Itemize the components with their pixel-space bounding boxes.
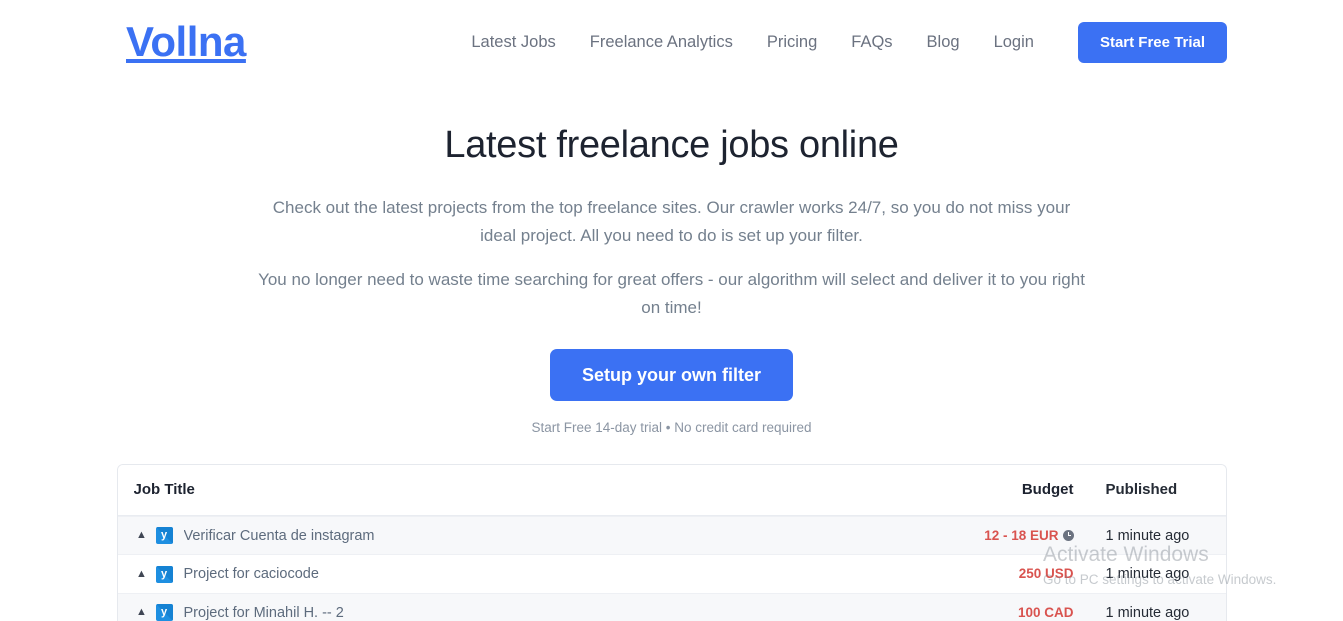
table-row[interactable]: ▲ y Verificar Cuenta de instagram 12 - 1… — [118, 516, 1226, 555]
job-budget-cell: 100 CAD — [932, 605, 1092, 621]
table-row[interactable]: ▲ y Project for Minahil H. -- 2 100 CAD … — [118, 593, 1226, 621]
nav-item-pricing[interactable]: Pricing — [750, 34, 834, 51]
nav-item-login[interactable]: Login — [977, 34, 1051, 51]
main-navigation: Latest Jobs Freelance Analytics Pricing … — [454, 22, 1227, 63]
page-title: Latest freelance jobs online — [0, 123, 1343, 169]
job-published-cell: 1 minute ago — [1092, 528, 1210, 544]
hero-section: Latest freelance jobs online Check out t… — [0, 84, 1343, 435]
column-header-published[interactable]: Published — [1092, 481, 1210, 498]
trial-note: Start Free 14-day trial • No credit card… — [0, 420, 1343, 435]
budget-value: 100 CAD — [1018, 605, 1074, 620]
start-free-trial-button[interactable]: Start Free Trial — [1078, 22, 1227, 63]
job-title-cell: ▲ y Project for Minahil H. -- 2 — [134, 604, 932, 621]
nav-item-faqs[interactable]: FAQs — [834, 34, 909, 51]
nav-item-latest-jobs[interactable]: Latest Jobs — [454, 34, 572, 51]
chevron-up-icon[interactable]: ▲ — [134, 569, 150, 580]
brand-logo[interactable]: Vollna — [126, 21, 246, 63]
site-header: Vollna Latest Jobs Freelance Analytics P… — [0, 0, 1343, 84]
hero-paragraph-2: You no longer need to waste time searchi… — [252, 266, 1092, 322]
nav-item-blog[interactable]: Blog — [910, 34, 977, 51]
jobs-table: Job Title Budget Published ▲ y Verificar… — [117, 464, 1227, 621]
budget-value: 12 - 18 EUR — [984, 528, 1058, 543]
job-title-link[interactable]: Project for caciocode — [184, 566, 319, 582]
column-header-budget[interactable]: Budget — [932, 481, 1092, 498]
table-row[interactable]: ▲ y Project for caciocode 250 USD 1 minu… — [118, 554, 1226, 593]
job-title-link[interactable]: Verificar Cuenta de instagram — [184, 528, 375, 544]
setup-filter-button[interactable]: Setup your own filter — [550, 349, 793, 401]
job-published-cell: 1 minute ago — [1092, 566, 1210, 582]
hero-paragraph-1: Check out the latest projects from the t… — [257, 194, 1087, 250]
table-header-row: Job Title Budget Published — [118, 465, 1226, 516]
chevron-up-icon[interactable]: ▲ — [134, 530, 150, 541]
job-title-link[interactable]: Project for Minahil H. -- 2 — [184, 605, 344, 621]
chevron-up-icon[interactable]: ▲ — [134, 607, 150, 618]
job-title-cell: ▲ y Project for caciocode — [134, 566, 932, 583]
freelancer-logo-icon: y — [156, 566, 173, 583]
freelancer-logo-icon: y — [156, 604, 173, 621]
job-budget-cell: 12 - 18 EUR — [932, 528, 1092, 544]
column-header-job-title[interactable]: Job Title — [134, 481, 932, 498]
clock-icon — [1063, 530, 1074, 541]
budget-value: 250 USD — [1019, 566, 1074, 581]
nav-item-freelance-analytics[interactable]: Freelance Analytics — [573, 34, 750, 51]
job-published-cell: 1 minute ago — [1092, 605, 1210, 621]
job-title-cell: ▲ y Verificar Cuenta de instagram — [134, 527, 932, 544]
freelancer-logo-icon: y — [156, 527, 173, 544]
page-root: Vollna Latest Jobs Freelance Analytics P… — [0, 0, 1343, 621]
job-budget-cell: 250 USD — [932, 566, 1092, 582]
